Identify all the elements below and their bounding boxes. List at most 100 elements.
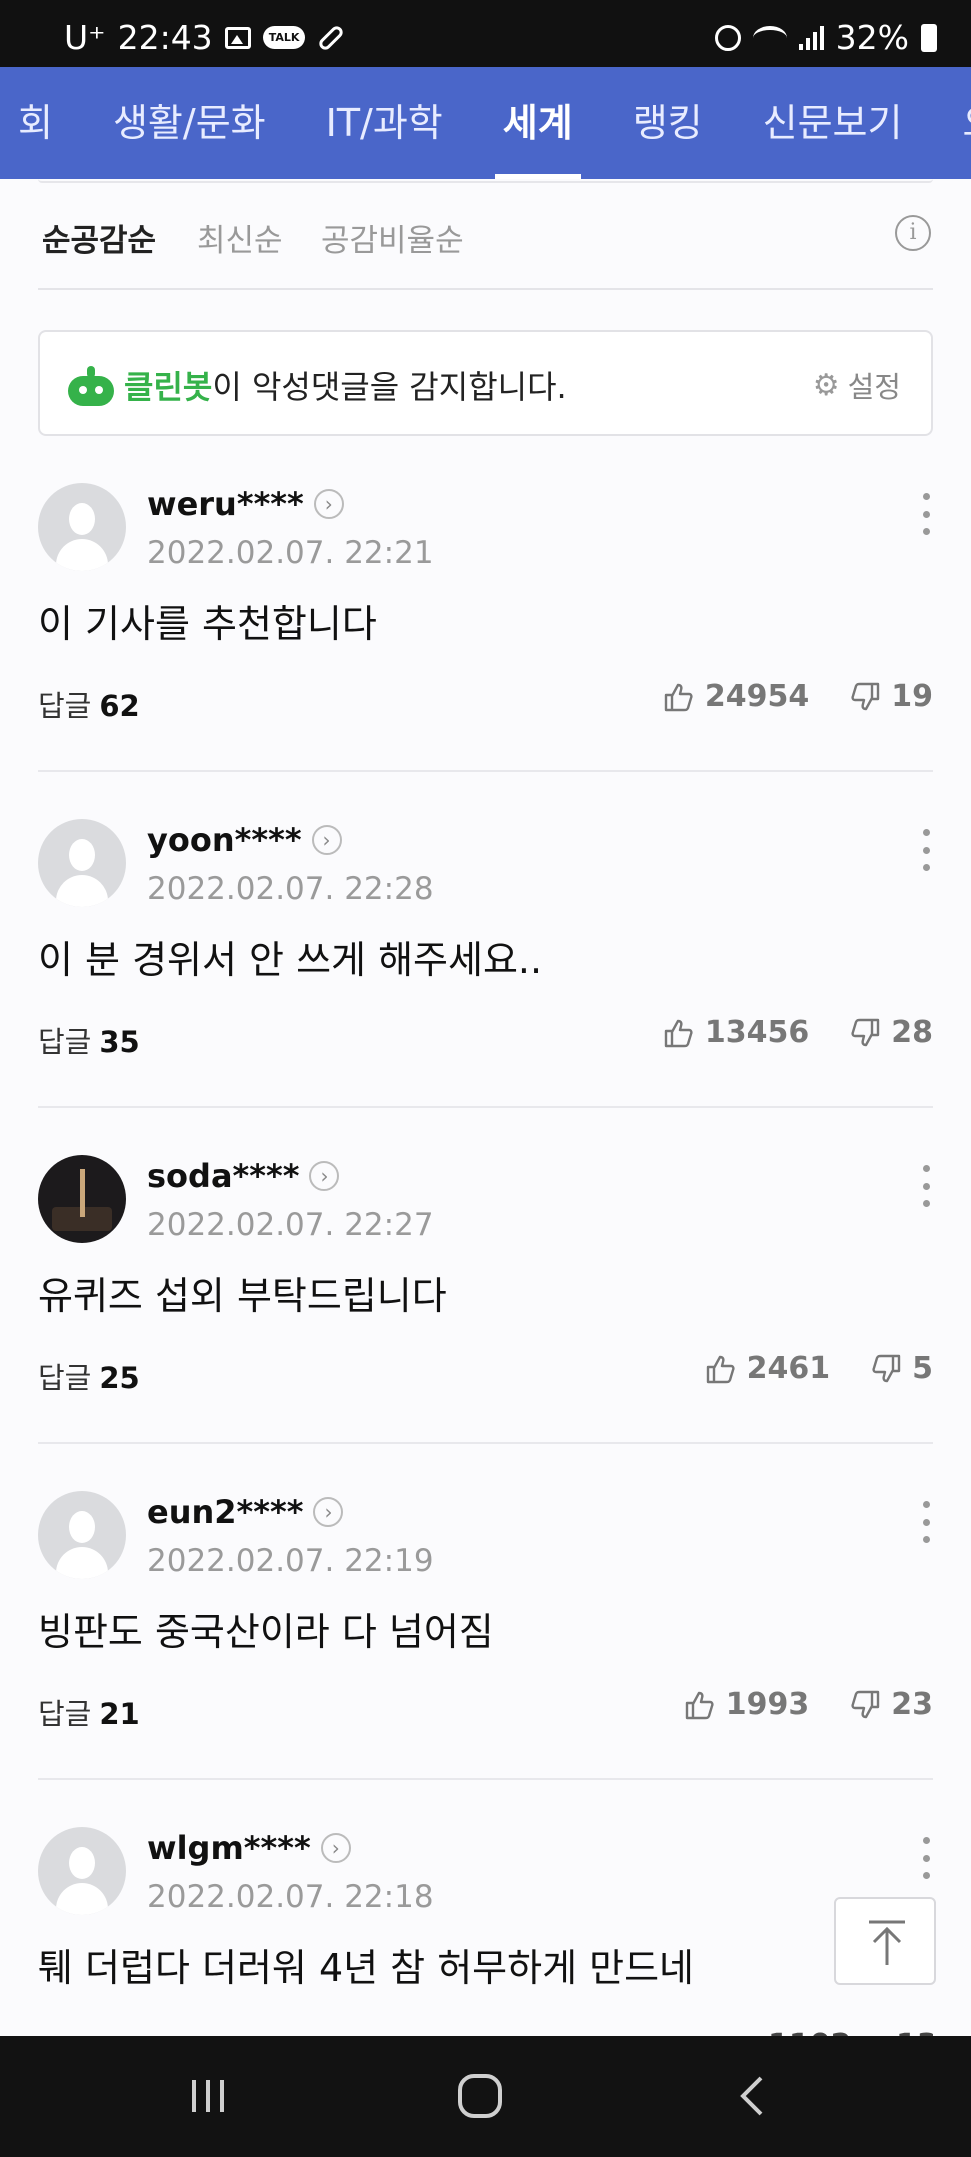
comment-author[interactable]: soda**** › bbox=[147, 1157, 340, 1195]
category-nav: 회생활/문화IT/과학세계랭킹신문보기오피니 bbox=[0, 67, 971, 179]
reply-button[interactable]: 답글 62 bbox=[38, 683, 140, 725]
sort-tab-ratio[interactable]: 공감비율순 bbox=[321, 215, 464, 260]
settings-label: 설정 bbox=[847, 370, 901, 404]
more-options-icon[interactable] bbox=[921, 1165, 931, 1207]
cleanbot-brand: 클린봇 bbox=[124, 368, 213, 406]
vote-group: 2461 5 bbox=[705, 1351, 933, 1386]
dislike-count: 28 bbox=[891, 1015, 933, 1050]
avatar[interactable] bbox=[38, 1155, 126, 1243]
comment-author[interactable]: wlgm**** › bbox=[147, 1829, 351, 1867]
thumbs-down-icon bbox=[851, 1690, 880, 1718]
author-name: soda**** bbox=[147, 1157, 300, 1195]
avatar[interactable] bbox=[38, 1491, 126, 1579]
comment-footer: 답글 35 13456 28 bbox=[38, 1015, 933, 1059]
comment-content: 빙판도 중국산이라 다 넘어짐 bbox=[38, 1610, 494, 1654]
category-tab-2[interactable]: IT/과학 bbox=[296, 67, 473, 179]
thumbs-down-icon bbox=[872, 1354, 901, 1382]
dislike-count: 5 bbox=[912, 1351, 933, 1386]
comment-content: 이 분 경위서 안 쓰게 해주세요.. bbox=[38, 938, 543, 982]
back-icon[interactable] bbox=[723, 2074, 783, 2118]
sort-divider bbox=[38, 288, 933, 290]
dislike-button[interactable]: 5 bbox=[870, 1351, 933, 1386]
avatar[interactable] bbox=[38, 1827, 126, 1915]
author-name: yoon**** bbox=[147, 821, 302, 859]
chevron-right-icon: › bbox=[313, 1497, 344, 1527]
scroll-to-top-button[interactable] bbox=[834, 1897, 936, 1985]
home-icon[interactable] bbox=[450, 2074, 510, 2118]
reply-count: 21 bbox=[99, 1697, 140, 1731]
like-button[interactable]: 24954 bbox=[663, 679, 809, 714]
like-button[interactable]: 1993 bbox=[684, 1687, 809, 1722]
cleanbot-settings-button[interactable]: ⚙ 설정 bbox=[813, 364, 901, 406]
status-bar: U⁺ 22:43 TALK 32% bbox=[0, 0, 971, 67]
top-divider bbox=[38, 179, 933, 183]
category-track: 회생활/문화IT/과학세계랭킹신문보기오피니 bbox=[0, 67, 971, 179]
reply-count: 62 bbox=[99, 689, 140, 723]
category-tab-6[interactable]: 오피니 bbox=[932, 67, 971, 179]
comment-divider bbox=[38, 770, 933, 772]
comment-divider bbox=[38, 1778, 933, 1780]
chevron-right-icon: › bbox=[320, 1833, 351, 1863]
comment-item: soda**** › 2022.02.07. 22:27 유퀴즈 섭외 부탁드립니다 답… bbox=[38, 1155, 933, 1405]
comment-item: eun2**** › 2022.02.07. 22:19 빙판도 중국산이라 다 넘어… bbox=[38, 1491, 933, 1741]
comment-date: 2022.02.07. 22:27 bbox=[147, 1207, 434, 1243]
reply-button[interactable]: 답글 21 bbox=[38, 1691, 140, 1733]
vote-group: 24954 19 bbox=[663, 679, 933, 714]
reply-button[interactable]: 답글 25 bbox=[38, 1355, 140, 1397]
battery-icon bbox=[921, 23, 937, 52]
comment-item: yoon**** › 2022.02.07. 22:28 이 분 경위서 안 쓰게 해… bbox=[38, 819, 933, 1069]
comment-author[interactable]: eun2**** › bbox=[147, 1493, 344, 1531]
recent-apps-icon[interactable] bbox=[178, 2074, 238, 2118]
comment-date: 2022.02.07. 22:18 bbox=[147, 1879, 434, 1915]
category-tab-5[interactable]: 신문보기 bbox=[733, 67, 933, 179]
cleanbot-icon bbox=[66, 366, 116, 406]
more-options-icon[interactable] bbox=[921, 493, 931, 535]
info-icon[interactable]: i bbox=[895, 215, 931, 251]
author-name: weru**** bbox=[147, 485, 304, 523]
more-options-icon[interactable] bbox=[921, 1837, 931, 1879]
sort-tab-popular[interactable]: 순공감순 bbox=[42, 215, 156, 260]
cleanbot-text: 클린봇이 악성댓글을 감지합니다. bbox=[124, 362, 567, 408]
more-options-icon[interactable] bbox=[921, 1501, 931, 1543]
comment-footer: 답글 62 24954 19 bbox=[38, 679, 933, 723]
vote-group: 13456 28 bbox=[663, 1015, 933, 1050]
comment-author[interactable]: yoon**** › bbox=[147, 821, 342, 859]
dislike-button[interactable]: 28 bbox=[849, 1015, 933, 1050]
pill-icon bbox=[317, 23, 346, 52]
vote-group: 1993 23 bbox=[684, 1687, 933, 1722]
dislike-button[interactable]: 23 bbox=[849, 1687, 933, 1722]
thumbs-down-icon bbox=[851, 1018, 880, 1046]
comment-date: 2022.02.07. 22:19 bbox=[147, 1543, 434, 1579]
dislike-count: 19 bbox=[891, 679, 933, 714]
thumbs-up-icon bbox=[664, 683, 693, 711]
thumbs-up-icon bbox=[685, 1691, 714, 1719]
like-count: 24954 bbox=[704, 679, 810, 714]
like-count: 2461 bbox=[746, 1351, 831, 1386]
signal-icon bbox=[798, 25, 824, 50]
like-count: 13456 bbox=[704, 1015, 810, 1050]
more-options-icon[interactable] bbox=[921, 829, 931, 871]
comment-footer: 답글 21 1993 23 bbox=[38, 1687, 933, 1731]
reply-label: 답글 bbox=[38, 689, 92, 723]
avatar[interactable] bbox=[38, 819, 126, 907]
comment-author[interactable]: weru**** › bbox=[147, 485, 344, 523]
like-button[interactable]: 2461 bbox=[705, 1351, 831, 1386]
category-tab-0[interactable]: 회 bbox=[0, 67, 83, 179]
reply-button[interactable]: 답글 35 bbox=[38, 1019, 140, 1061]
category-tab-3[interactable]: 세계 bbox=[473, 67, 603, 179]
category-tab-4[interactable]: 랭킹 bbox=[603, 67, 733, 179]
dislike-count: 23 bbox=[891, 1687, 933, 1722]
avatar[interactable] bbox=[38, 483, 126, 571]
comment-date: 2022.02.07. 22:28 bbox=[147, 871, 434, 907]
dislike-button[interactable]: 19 bbox=[849, 679, 933, 714]
category-tab-1[interactable]: 생활/문화 bbox=[83, 67, 296, 179]
system-nav-bar bbox=[0, 2036, 971, 2157]
sort-tab-latest[interactable]: 최신순 bbox=[197, 215, 283, 260]
arrow-up-icon bbox=[869, 1920, 905, 1965]
reply-count: 25 bbox=[99, 1361, 140, 1395]
cleanbot-banner: 클린봇이 악성댓글을 감지합니다. ⚙ 설정 bbox=[38, 330, 933, 436]
chevron-right-icon: › bbox=[309, 1161, 340, 1191]
thumbs-up-icon bbox=[664, 1019, 693, 1047]
carrier-label: U⁺ bbox=[64, 18, 106, 57]
like-button[interactable]: 13456 bbox=[663, 1015, 809, 1050]
